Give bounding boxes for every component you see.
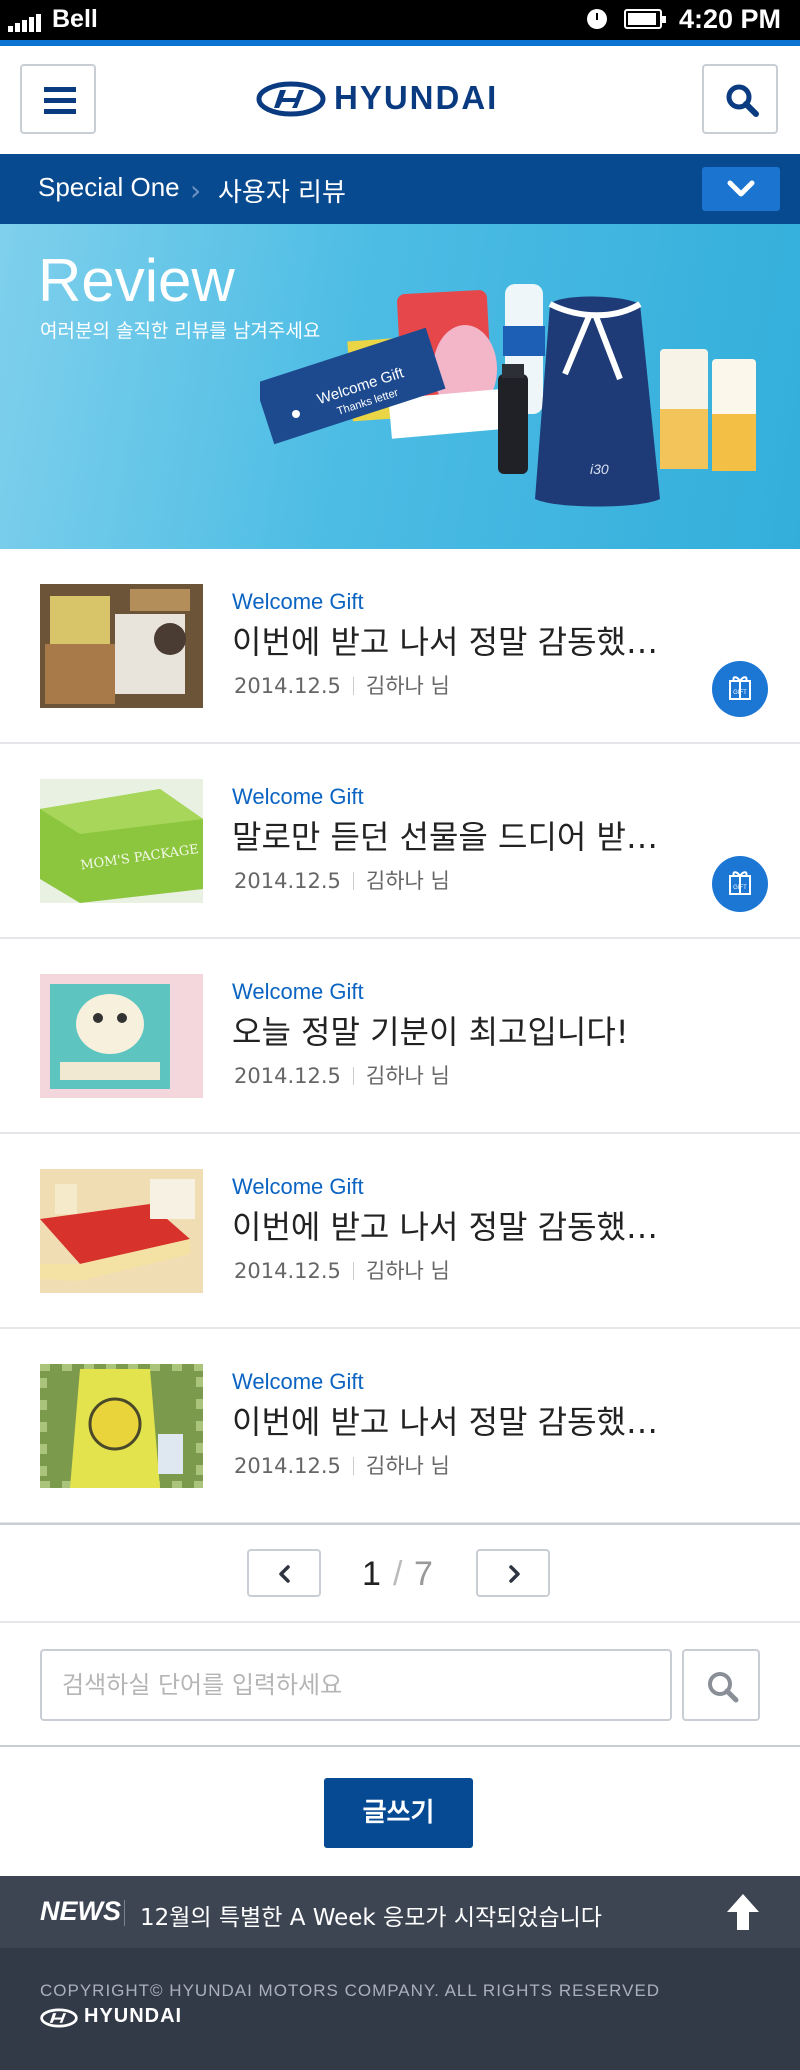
item-category: Welcome Gift	[232, 784, 364, 809]
list-item[interactable]: MOM'S PACKAGE Welcome Gift 말로만 듣던 선물을 드디…	[0, 744, 800, 939]
signal-icon	[8, 12, 48, 32]
gift-icon: GIFT	[729, 676, 751, 700]
write-button[interactable]: 글쓰기	[324, 1778, 473, 1848]
review-thumbnail	[40, 584, 203, 708]
hyundai-logo-icon	[256, 81, 326, 117]
item-date: 2014.12.5	[234, 674, 341, 698]
list-item[interactable]: Welcome Gift 이번에 받고 나서 정말 감동했어요 2014.12.…	[0, 549, 800, 744]
review-thumbnail	[40, 1169, 203, 1293]
item-date: 2014.12.5	[234, 869, 341, 893]
review-thumbnail	[40, 974, 203, 1098]
search-icon	[726, 84, 759, 117]
page-separator: /	[393, 1555, 403, 1593]
menu-button[interactable]	[20, 64, 96, 134]
list-item[interactable]: Welcome Gift 이번에 받고 나서 정말 감동했어요 2014.12.…	[0, 1134, 800, 1329]
site-header: HYUNDAI	[0, 46, 800, 154]
review-list: Welcome Gift 이번에 받고 나서 정말 감동했어요 2014.12.…	[0, 549, 800, 1524]
footer-logo: HYUNDAI	[40, 2005, 181, 2032]
news-headline[interactable]: 12월의 특별한 A Week 응모가 시작되었습니다	[140, 1898, 602, 1932]
menu-icon	[44, 87, 76, 92]
item-title[interactable]: 이번에 받고 나서 정말 감동했어요	[232, 617, 682, 663]
item-date: 2014.12.5	[234, 1454, 341, 1478]
breadcrumb-section[interactable]: Special One	[38, 172, 180, 203]
list-item[interactable]: Welcome Gift 이번에 받고 나서 정말 감동했어요 2014.12.…	[0, 1329, 800, 1524]
gift-set-illustration: Welcome Gift Thanks letter i30	[260, 284, 756, 507]
search-row	[0, 1623, 800, 1747]
next-page-button[interactable]	[476, 1549, 550, 1597]
item-author: 김하나 님	[365, 869, 450, 893]
item-meta: 2014.12.5 김하나 님	[234, 1255, 450, 1285]
status-bar: Bell 4:20 PM	[0, 0, 800, 40]
review-banner: Review 여러분의 솔직한 리뷰를 남겨주세요 Welcome Gift T…	[0, 224, 800, 549]
current-page: 1	[362, 1555, 381, 1593]
gift-icon: GIFT	[729, 871, 751, 895]
hyundai-logo[interactable]: HYUNDAI	[256, 79, 516, 119]
search-input[interactable]	[40, 1649, 672, 1721]
logo-text: HYUNDAI	[334, 79, 499, 116]
gift-badge: GIFT	[712, 661, 768, 717]
battery-icon	[624, 9, 666, 29]
status-time: 4:20 PM	[679, 4, 782, 34]
item-meta: 2014.12.5 김하나 님	[234, 1450, 450, 1480]
item-category: Welcome Gift	[232, 1174, 364, 1199]
news-label: NEWS	[40, 1896, 121, 1926]
clock-icon	[587, 9, 607, 29]
chevron-down-icon	[727, 180, 755, 197]
footer-logo-text: HYUNDAI	[84, 2005, 183, 2027]
item-meta: 2014.12.5 김하나 님	[234, 1060, 450, 1090]
site-footer: COPYRIGHT© HYUNDAI MOTORS COMPANY. ALL R…	[0, 1948, 800, 2070]
carrier-name: Bell	[52, 5, 98, 33]
item-date: 2014.12.5	[234, 1064, 341, 1088]
review-thumbnail	[40, 1364, 203, 1488]
arrow-up-icon[interactable]	[725, 1892, 761, 1932]
chevron-right-icon	[509, 1565, 520, 1583]
list-item[interactable]: Welcome Gift 오늘 정말 기분이 최고입니다! 2014.12.5 김…	[0, 939, 800, 1134]
item-author: 김하나 님	[365, 1064, 450, 1088]
item-author: 김하나 님	[365, 1454, 450, 1478]
item-category: Welcome Gift	[232, 1369, 364, 1394]
breadcrumb: Special One › 사용자 리뷰	[0, 154, 800, 224]
item-meta: 2014.12.5 김하나 님	[234, 865, 450, 895]
gift-badge-label: GIFT	[733, 690, 747, 696]
item-category: Welcome Gift	[232, 979, 364, 1004]
prev-page-button[interactable]	[247, 1549, 321, 1597]
svg-text:i30: i30	[590, 461, 609, 477]
item-meta: 2014.12.5 김하나 님	[234, 670, 450, 700]
breadcrumb-dropdown-button[interactable]	[702, 167, 780, 211]
total-pages: 7	[414, 1555, 433, 1593]
pagination: 1 / 7	[0, 1523, 800, 1623]
item-title[interactable]: 이번에 받고 나서 정말 감동했어요	[232, 1397, 682, 1443]
chevron-left-icon	[279, 1565, 290, 1583]
gift-badge-label: GIFT	[733, 885, 747, 891]
item-date: 2014.12.5	[234, 1259, 341, 1283]
news-bar: NEWS 12월의 특별한 A Week 응모가 시작되었습니다	[0, 1876, 800, 1948]
item-author: 김하나 님	[365, 674, 450, 698]
header-search-button[interactable]	[702, 64, 778, 134]
search-icon	[708, 1672, 739, 1703]
banner-title: Review	[38, 247, 235, 314]
hyundai-logo-icon	[40, 2008, 78, 2028]
review-thumbnail: MOM'S PACKAGE	[40, 779, 203, 903]
item-title[interactable]: 이번에 받고 나서 정말 감동했어요	[232, 1202, 682, 1248]
item-author: 김하나 님	[365, 1259, 450, 1283]
copyright-text: COPYRIGHT© HYUNDAI MOTORS COMPANY. ALL R…	[40, 1981, 661, 2000]
gift-badge: GIFT	[712, 856, 768, 912]
item-title[interactable]: 오늘 정말 기분이 최고입니다!	[232, 1007, 682, 1053]
search-submit-button[interactable]	[682, 1649, 760, 1721]
breadcrumb-current: 사용자 리뷰	[218, 178, 346, 208]
breadcrumb-separator-icon: ›	[190, 174, 202, 207]
item-category: Welcome Gift	[232, 589, 364, 614]
item-title[interactable]: 말로만 듣던 선물을 드디어 받았어요	[232, 812, 682, 858]
